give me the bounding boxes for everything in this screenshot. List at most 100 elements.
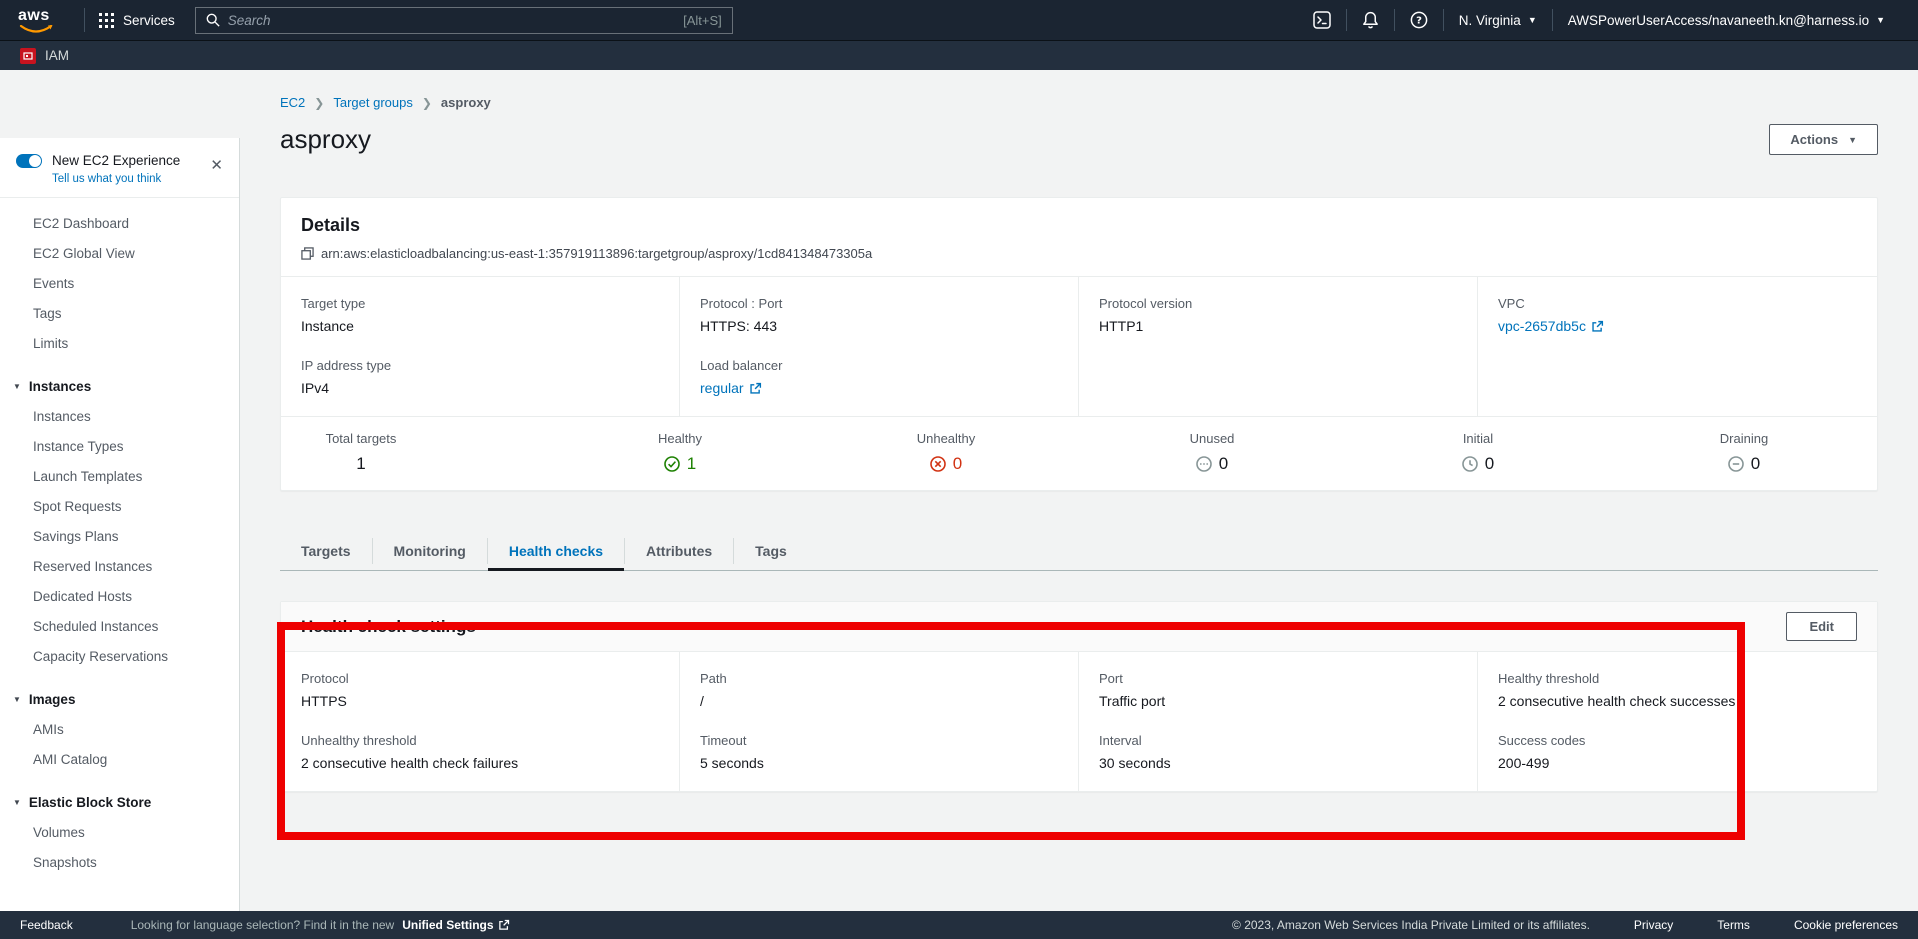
field-value: 30 seconds (1099, 755, 1457, 771)
account-menu[interactable]: AWSPowerUserAccess/navaneeth.kn@harness.… (1553, 13, 1900, 28)
unused-ellipsis-icon (1196, 456, 1212, 472)
sidebar-item-ec2-dashboard[interactable]: EC2 Dashboard (0, 208, 239, 238)
notifications-button[interactable] (1347, 11, 1394, 29)
sidebar-item-label: Spot Requests (33, 499, 122, 514)
actions-button[interactable]: Actions ▼ (1769, 124, 1878, 155)
aws-logo-text: aws (18, 7, 50, 24)
details-column: VPC vpc-2657db5c (1478, 277, 1877, 416)
services-grid-icon (99, 13, 114, 28)
unified-settings-link[interactable]: Unified Settings (402, 918, 509, 932)
external-link-icon (498, 919, 510, 931)
breadcrumb-ec2-link[interactable]: EC2 (280, 95, 305, 110)
search-input[interactable] (228, 13, 675, 28)
cookie-preferences-link[interactable]: Cookie preferences (1794, 918, 1898, 932)
details-card: Details arn:aws:elasticloadbalancing:us-… (280, 197, 1878, 491)
sidebar-item-scheduled-instances[interactable]: Scheduled Instances (0, 611, 239, 641)
cloudshell-button[interactable] (1298, 11, 1346, 29)
tab-bar: Targets Monitoring Health checks Attribu… (280, 531, 1878, 571)
external-link-icon (749, 382, 762, 395)
copy-icon[interactable] (301, 247, 314, 260)
sidebar-item-label: Dedicated Hosts (33, 589, 132, 604)
sidebar-item-tags[interactable]: Tags (0, 298, 239, 328)
initial-clock-icon (1462, 456, 1478, 472)
sidebar-item-instances[interactable]: Instances (0, 401, 239, 431)
copyright-text: © 2023, Amazon Web Services India Privat… (1232, 918, 1590, 932)
aws-smile-icon (19, 25, 53, 35)
account-label: AWSPowerUserAccess/navaneeth.kn@harness.… (1568, 13, 1869, 28)
region-selector[interactable]: N. Virginia ▼ (1444, 13, 1552, 28)
sidebar-item-events[interactable]: Events (0, 268, 239, 298)
sidebar-section-images[interactable]: ▼Images (0, 684, 239, 714)
help-button[interactable]: ? (1395, 11, 1443, 29)
sidebar-item-spot-requests[interactable]: Spot Requests (0, 491, 239, 521)
global-search[interactable]: [Alt+S] (195, 7, 733, 34)
page-title: asproxy (280, 124, 371, 155)
sidebar-item-capacity-reservations[interactable]: Capacity Reservations (0, 641, 239, 671)
sidebar-item-volumes[interactable]: Volumes (0, 817, 239, 847)
terms-link[interactable]: Terms (1717, 918, 1750, 932)
link-text: vpc-2657db5c (1498, 318, 1586, 334)
tab-attributes[interactable]: Attributes (625, 531, 733, 570)
sidebar-section-elastic-block-store[interactable]: ▼Elastic Block Store (0, 787, 239, 817)
sidebar-item-instance-types[interactable]: Instance Types (0, 431, 239, 461)
sidebar-item-ami-catalog[interactable]: AMI Catalog (0, 744, 239, 774)
breadcrumb-target-groups-link[interactable]: Target groups (333, 95, 413, 110)
section-caret-icon: ▼ (13, 382, 21, 391)
tab-monitoring[interactable]: Monitoring (373, 531, 487, 570)
summary-label: Initial (1345, 431, 1611, 446)
close-icon[interactable]: ✕ (210, 156, 223, 174)
chevron-down-icon: ▼ (1848, 135, 1857, 145)
field-label: Healthy threshold (1498, 671, 1857, 686)
sidebar-item-label: Reserved Instances (33, 559, 152, 574)
sidebar-item-snapshots[interactable]: Snapshots (0, 847, 239, 877)
sidebar-item-label: Snapshots (33, 855, 97, 870)
tell-us-link[interactable]: Tell us what you think (52, 173, 223, 185)
sidebar-item-amis[interactable]: AMIs (0, 714, 239, 744)
chevron-down-icon: ▼ (1876, 15, 1885, 25)
edit-button[interactable]: Edit (1786, 612, 1857, 641)
field-label: Protocol : Port (700, 296, 1058, 311)
summary-value: 0 (1751, 454, 1760, 474)
field-value: 5 seconds (700, 755, 1058, 771)
help-icon: ? (1410, 11, 1428, 29)
summary-label: Total targets (281, 431, 441, 446)
svg-text:?: ? (1416, 16, 1422, 27)
sidebar-item-dedicated-hosts[interactable]: Dedicated Hosts (0, 581, 239, 611)
sidebar-item-reserved-instances[interactable]: Reserved Instances (0, 551, 239, 581)
sidebar-item-label: Scheduled Instances (33, 619, 158, 634)
sidebar-item-label: Savings Plans (33, 529, 119, 544)
aws-logo[interactable]: aws (18, 7, 56, 33)
region-label: N. Virginia (1459, 13, 1521, 28)
draining-minus-icon (1728, 456, 1744, 472)
services-menu-button[interactable]: Services (99, 13, 175, 28)
field-value: 200-499 (1498, 755, 1857, 771)
summary-label: Unhealthy (813, 431, 1079, 446)
tab-label: Attributes (646, 543, 712, 559)
tab-health-checks[interactable]: Health checks (488, 531, 624, 570)
iam-service-icon (20, 48, 36, 64)
load-balancer-link[interactable]: regular (700, 380, 1058, 396)
tab-tags[interactable]: Tags (734, 531, 808, 570)
privacy-link[interactable]: Privacy (1634, 918, 1673, 932)
sidebar-section-instances[interactable]: ▼Instances (0, 371, 239, 401)
field-value: Traffic port (1099, 693, 1457, 709)
sidebar-item-savings-plans[interactable]: Savings Plans (0, 521, 239, 551)
summary-draining: Draining 0 (1611, 431, 1877, 474)
feedback-link[interactable]: Feedback (20, 918, 73, 932)
tab-targets[interactable]: Targets (280, 531, 372, 570)
toggle-knob (29, 155, 41, 167)
vpc-link[interactable]: vpc-2657db5c (1498, 318, 1857, 334)
health-check-settings-title: Health check settings (301, 617, 476, 637)
sidebar-item-ec2-global-view[interactable]: EC2 Global View (0, 238, 239, 268)
search-shortcut-hint: [Alt+S] (683, 13, 722, 28)
health-column: Path/ Timeout5 seconds (680, 652, 1079, 791)
edit-label: Edit (1809, 619, 1834, 634)
new-experience-toggle[interactable] (16, 154, 42, 168)
summary-value: 0 (1485, 454, 1494, 474)
field-label: VPC (1498, 296, 1857, 311)
favorite-iam-link[interactable]: IAM (45, 48, 69, 63)
field-value: 2 consecutive health check successes (1498, 693, 1857, 709)
sidebar-item-launch-templates[interactable]: Launch Templates (0, 461, 239, 491)
sidebar-item-limits[interactable]: Limits (0, 328, 239, 358)
language-hint-text: Looking for language selection? Find it … (131, 918, 395, 932)
